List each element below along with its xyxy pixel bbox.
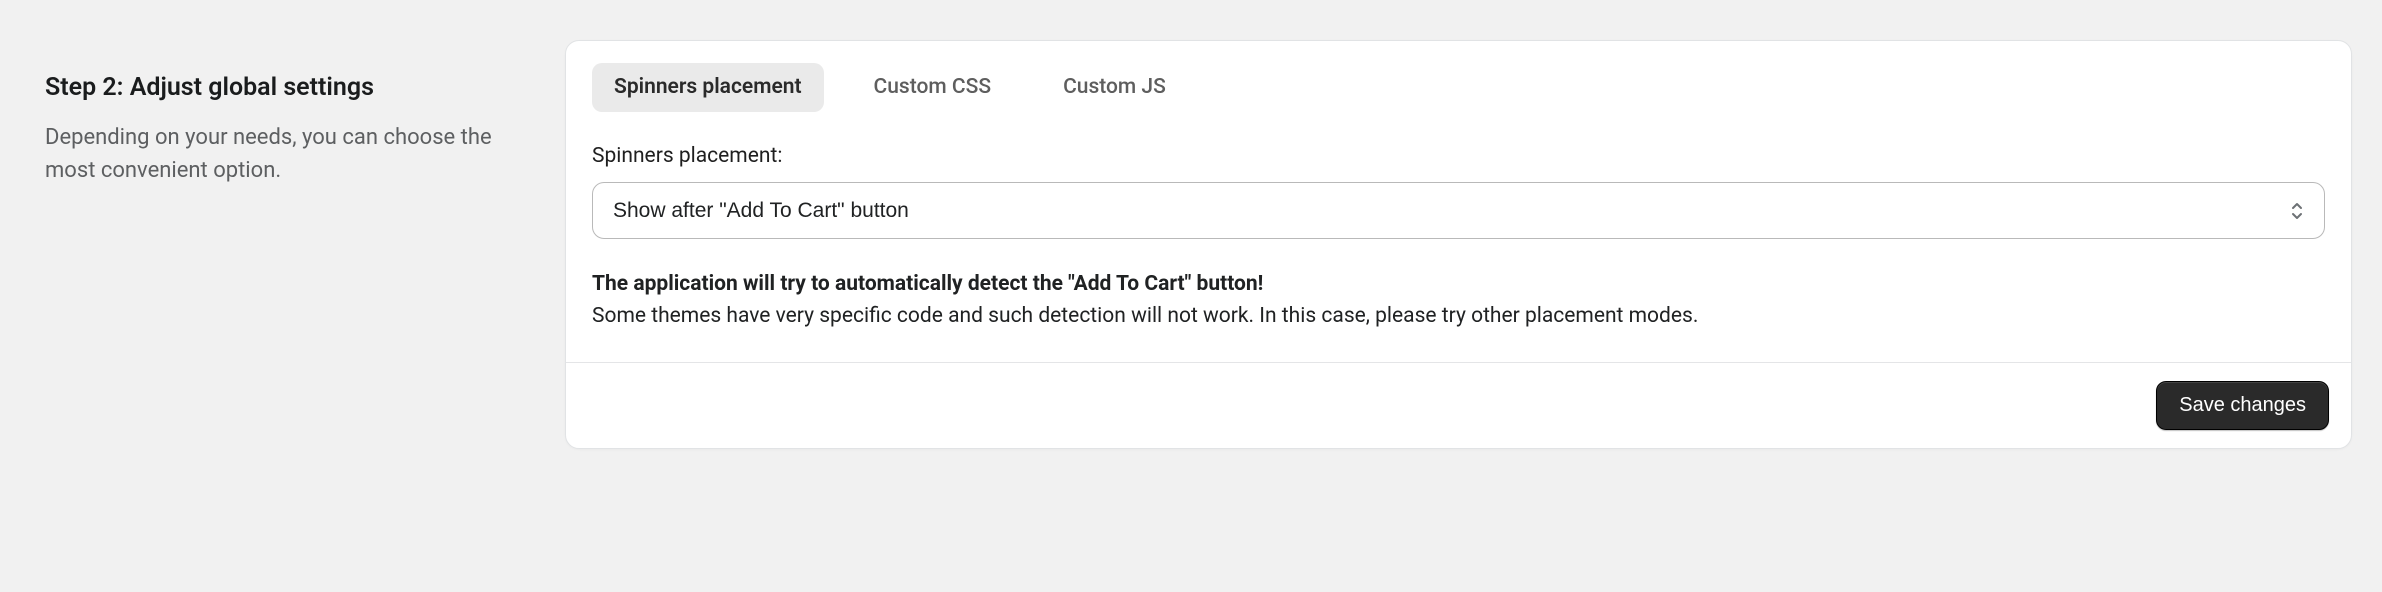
- tab-spinners-placement[interactable]: Spinners placement: [592, 63, 824, 112]
- tabs: Spinners placement Custom CSS Custom JS: [592, 63, 2325, 112]
- spinners-placement-select[interactable]: Show after "Add To Cart" button: [592, 182, 2325, 239]
- spinners-placement-select-wrap: Show after "Add To Cart" button: [592, 182, 2325, 239]
- settings-step-intro: Step 2: Adjust global settings Depending…: [45, 40, 525, 449]
- placement-note-text: Some themes have very specific code and …: [592, 304, 1698, 328]
- settings-card: Spinners placement Custom CSS Custom JS …: [565, 40, 2352, 449]
- placement-note: The application will try to automaticall…: [592, 269, 2325, 332]
- spinners-placement-label: Spinners placement:: [592, 142, 2325, 171]
- tab-custom-js[interactable]: Custom JS: [1041, 63, 1188, 112]
- card-footer: Save changes: [566, 362, 2351, 448]
- step-title: Step 2: Adjust global settings: [45, 70, 525, 105]
- save-button[interactable]: Save changes: [2156, 381, 2329, 430]
- placement-note-strong: The application will try to automaticall…: [592, 272, 1263, 296]
- step-description: Depending on your needs, you can choose …: [45, 121, 525, 187]
- tab-custom-css[interactable]: Custom CSS: [852, 63, 1014, 112]
